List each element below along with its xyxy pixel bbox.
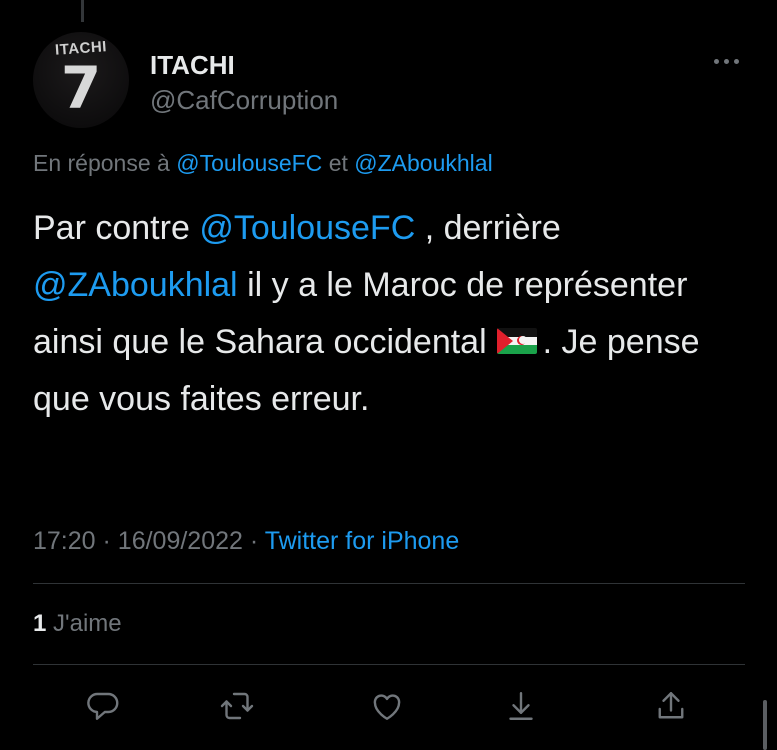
more-dot	[733, 58, 739, 64]
tweet-mention-toulousefc[interactable]: @ToulouseFC	[199, 209, 415, 247]
author-handle[interactable]: @CafCorruption	[150, 85, 338, 116]
reply-mention-zaboukhlal[interactable]: @ZAboukhlal	[354, 150, 492, 176]
meta-separator: ·	[249, 527, 259, 555]
more-dot	[713, 58, 719, 64]
tweet-source-link[interactable]: Twitter for iPhone	[265, 527, 460, 555]
likes-label: J'aime	[53, 610, 122, 637]
flag-crescent-cut	[518, 336, 527, 345]
tweet-text: Par contre @ToulouseFC , derrière @ZAbou…	[33, 200, 733, 428]
meta-separator: ·	[102, 527, 111, 555]
reply-prefix: En réponse à	[33, 150, 170, 176]
scrollbar[interactable]	[763, 700, 767, 750]
thread-connector-line	[81, 0, 84, 22]
tweet-mention-zaboukhlal[interactable]: @ZAboukhlal	[33, 266, 238, 304]
divider	[33, 664, 745, 665]
author-display-name[interactable]: ITACHI	[150, 50, 235, 81]
sahrawi-flag-icon	[496, 328, 537, 355]
tweet-text-part: Par contre	[33, 209, 190, 247]
bookmark-icon[interactable]	[503, 688, 539, 724]
reply-icon[interactable]	[85, 688, 121, 724]
tweet-metadata: 17:20 · 16/09/2022 · Twitter for iPhone	[33, 527, 459, 556]
more-options-icon[interactable]	[708, 49, 744, 73]
reply-joiner: et	[328, 150, 348, 176]
tweet-date[interactable]: 16/09/2022	[118, 527, 243, 555]
tweet-text-part: , derrière	[424, 209, 561, 247]
like-icon[interactable]	[369, 688, 405, 724]
likes-stat[interactable]: 1 J'aime	[33, 610, 122, 638]
share-icon[interactable]	[653, 688, 689, 724]
reply-mention-toulousefc[interactable]: @ToulouseFC	[176, 150, 322, 176]
divider	[33, 583, 745, 584]
retweet-icon[interactable]	[219, 688, 255, 724]
likes-count: 1	[33, 610, 47, 637]
more-dot	[723, 58, 729, 64]
avatar-jersey-number: 7	[60, 54, 102, 122]
flag-triangle	[496, 328, 513, 355]
tweet-time[interactable]: 17:20	[33, 527, 96, 555]
reply-context: En réponse à @ToulouseFC et @ZAboukhlal	[33, 150, 493, 177]
avatar[interactable]: ITACHI 7	[33, 32, 129, 128]
